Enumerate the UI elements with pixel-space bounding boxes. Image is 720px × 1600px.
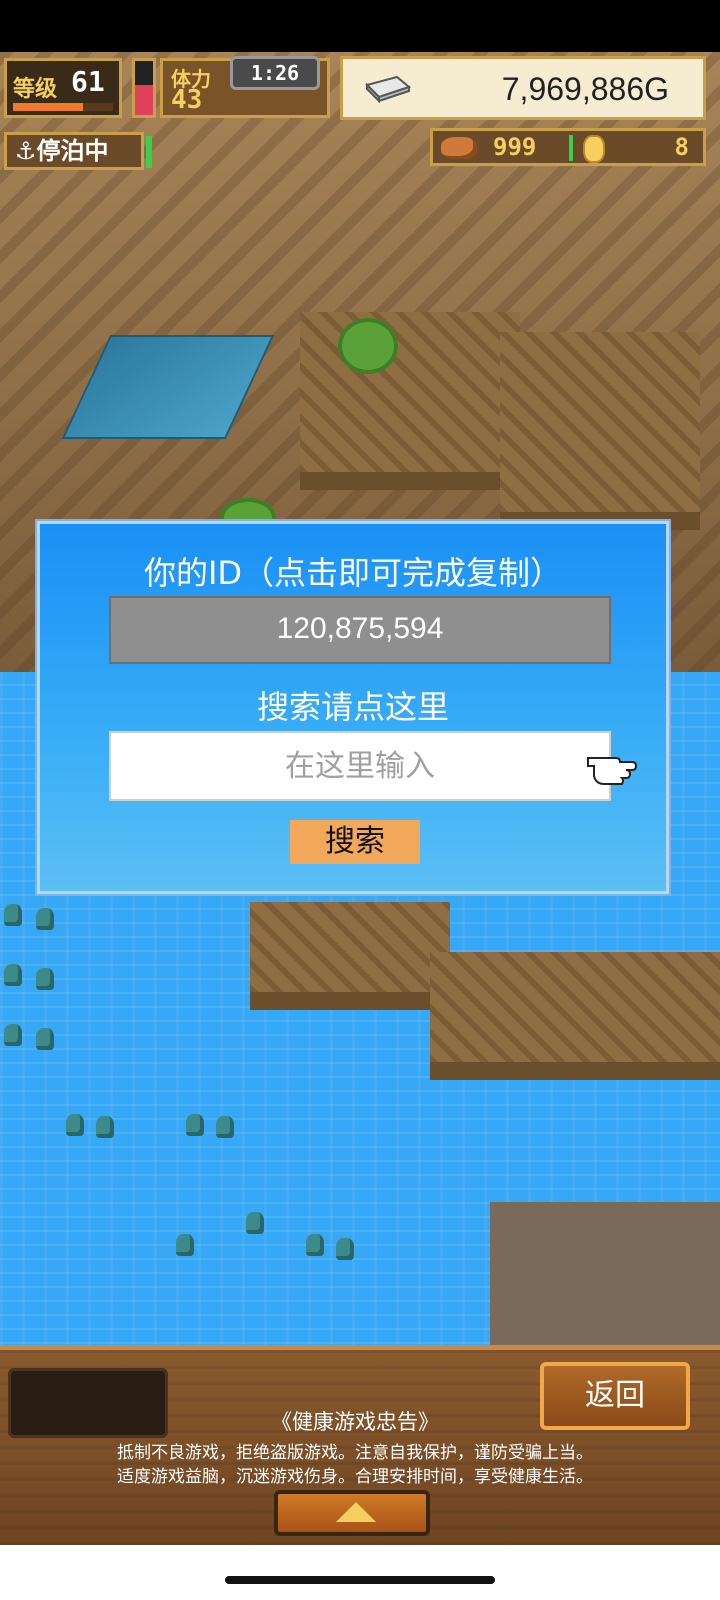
meat-count: 999 — [493, 133, 537, 161]
island — [430, 952, 720, 1080]
search-hint: 搜索请点这里 — [256, 688, 449, 726]
health-advisory-line: 适度游戏益脑，沉迷游戏伤身。合理安排时间，享受健康生活。 — [117, 1467, 593, 1487]
sea-rock — [36, 1028, 54, 1050]
level-panel[interactable]: 等级 61 — [4, 58, 122, 118]
dialog-title: 你的ID（点击即可完成复制） — [143, 554, 563, 592]
level-value: 61 — [71, 65, 105, 98]
stamina-value: 43 — [171, 85, 203, 115]
items-panel[interactable]: 999 8 — [430, 128, 706, 166]
land-plateau — [300, 312, 520, 490]
silver-bar-icon — [365, 75, 412, 103]
docked-status[interactable]: ⚓停泊中 — [4, 132, 144, 170]
sea-rock — [216, 1116, 234, 1138]
player-id-copy-box[interactable]: 120,875,594 — [109, 596, 611, 664]
system-nav-bar — [0, 1545, 720, 1600]
sea-rock — [246, 1212, 264, 1234]
status-bar — [0, 0, 720, 52]
triangle-up-icon — [336, 1502, 376, 1522]
search-input[interactable] — [109, 731, 611, 801]
expand-menu-button[interactable] — [274, 1490, 430, 1536]
level-label: 等级 — [13, 77, 58, 102]
meat-icon — [441, 137, 477, 159]
sea-rock — [186, 1114, 204, 1136]
sea-rock — [36, 968, 54, 990]
level-progress-fill — [13, 103, 83, 111]
coin-count: 8 — [674, 133, 689, 161]
health-advisory-title: 《健康游戏忠告》 — [271, 1410, 439, 1434]
gold-panel[interactable]: 7,969,886G — [340, 56, 706, 120]
anchor-icon: ⚓ — [15, 137, 37, 165]
health-advisory-line: 抵制不良游戏，拒绝盗版游戏。注意自我保护，谨防受骗上当。 — [117, 1443, 593, 1463]
sea-rock — [176, 1234, 194, 1256]
sea-rock — [96, 1116, 114, 1138]
docked-indicator — [146, 136, 152, 168]
stamina-timer: 1:26 — [230, 56, 320, 90]
sea-rock — [306, 1234, 324, 1256]
coin-icon — [583, 135, 605, 163]
sea-rock — [36, 908, 54, 930]
sea-rock — [4, 964, 22, 986]
home-indicator[interactable] — [225, 1576, 495, 1584]
stamina-gauge — [132, 58, 156, 118]
stamina-gauge-fill — [135, 85, 153, 115]
search-button[interactable]: 搜索 — [290, 820, 420, 864]
items-separator — [569, 135, 573, 161]
bottom-panel: 返回 《健康游戏忠告》 抵制不良游戏，拒绝盗版游戏。注意自我保护，谨防受骗上当。… — [0, 1345, 720, 1545]
friend-id-dialog: 你的ID（点击即可完成复制） 120,875,594 搜索请点这里 搜索 — [35, 519, 671, 896]
land-plateau — [500, 332, 700, 530]
sea-rock — [4, 904, 22, 926]
gold-value: 7,969,886G — [501, 71, 669, 107]
island — [250, 902, 450, 1010]
level-progress-bar — [13, 103, 113, 111]
sea-rock — [4, 1024, 22, 1046]
pointing-hand-icon — [587, 757, 638, 785]
sea-rock — [336, 1238, 354, 1260]
docked-label: 停泊中 — [36, 137, 109, 165]
tree — [338, 318, 398, 374]
sea-rock — [66, 1114, 84, 1136]
